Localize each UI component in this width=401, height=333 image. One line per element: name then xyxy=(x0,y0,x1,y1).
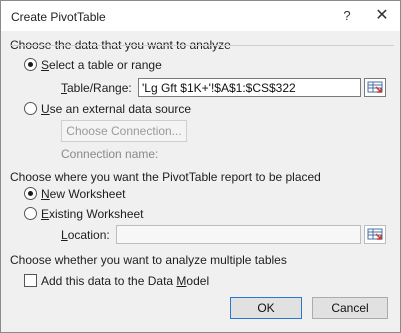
location-label: Location: xyxy=(61,228,110,242)
collapse-dialog-icon xyxy=(367,81,383,93)
add-data-model-checkbox[interactable] xyxy=(24,274,37,287)
add-data-model-label[interactable]: Add this data to the Data Model xyxy=(41,274,209,288)
help-button[interactable]: ? xyxy=(334,4,360,26)
create-pivottable-dialog: Create PivotTable ? ✕ Choose the data th… xyxy=(0,0,401,333)
radio-select-range[interactable] xyxy=(24,58,37,71)
table-range-collapse-button[interactable] xyxy=(364,78,386,97)
select-range-label[interactable]: Select a table or range xyxy=(41,58,162,72)
radio-external-source[interactable] xyxy=(24,102,37,115)
existing-worksheet-label[interactable]: Existing Worksheet xyxy=(41,207,144,221)
cancel-button[interactable]: Cancel xyxy=(312,297,388,319)
connection-name-label: Connection name: xyxy=(61,147,159,161)
external-source-label[interactable]: Use an external data source xyxy=(41,102,191,116)
section-multiple-tables-heading: Choose whether you want to analyze multi… xyxy=(10,253,287,267)
choose-connection-button[interactable]: Choose Connection... xyxy=(61,120,187,142)
radio-existing-worksheet[interactable] xyxy=(24,207,37,220)
location-collapse-button[interactable] xyxy=(364,225,386,244)
dialog-title: Create PivotTable xyxy=(11,10,106,24)
location-input[interactable] xyxy=(116,225,361,244)
ok-button[interactable]: OK xyxy=(230,297,302,319)
close-button[interactable]: ✕ xyxy=(369,4,395,26)
close-icon: ✕ xyxy=(375,7,389,24)
radio-new-worksheet[interactable] xyxy=(24,187,37,200)
new-worksheet-label[interactable]: New Worksheet xyxy=(41,187,125,201)
table-range-label: Table/Range: xyxy=(61,81,132,95)
section-placement-heading: Choose where you want the PivotTable rep… xyxy=(10,170,321,184)
help-icon: ? xyxy=(343,7,351,23)
table-range-input[interactable]: 'Lg Gft $1K+'!$A$1:$CS$322 xyxy=(138,78,361,97)
collapse-dialog-icon xyxy=(367,228,383,240)
title-bar: Create PivotTable ? ✕ xyxy=(1,1,400,31)
section-divider xyxy=(10,45,394,46)
